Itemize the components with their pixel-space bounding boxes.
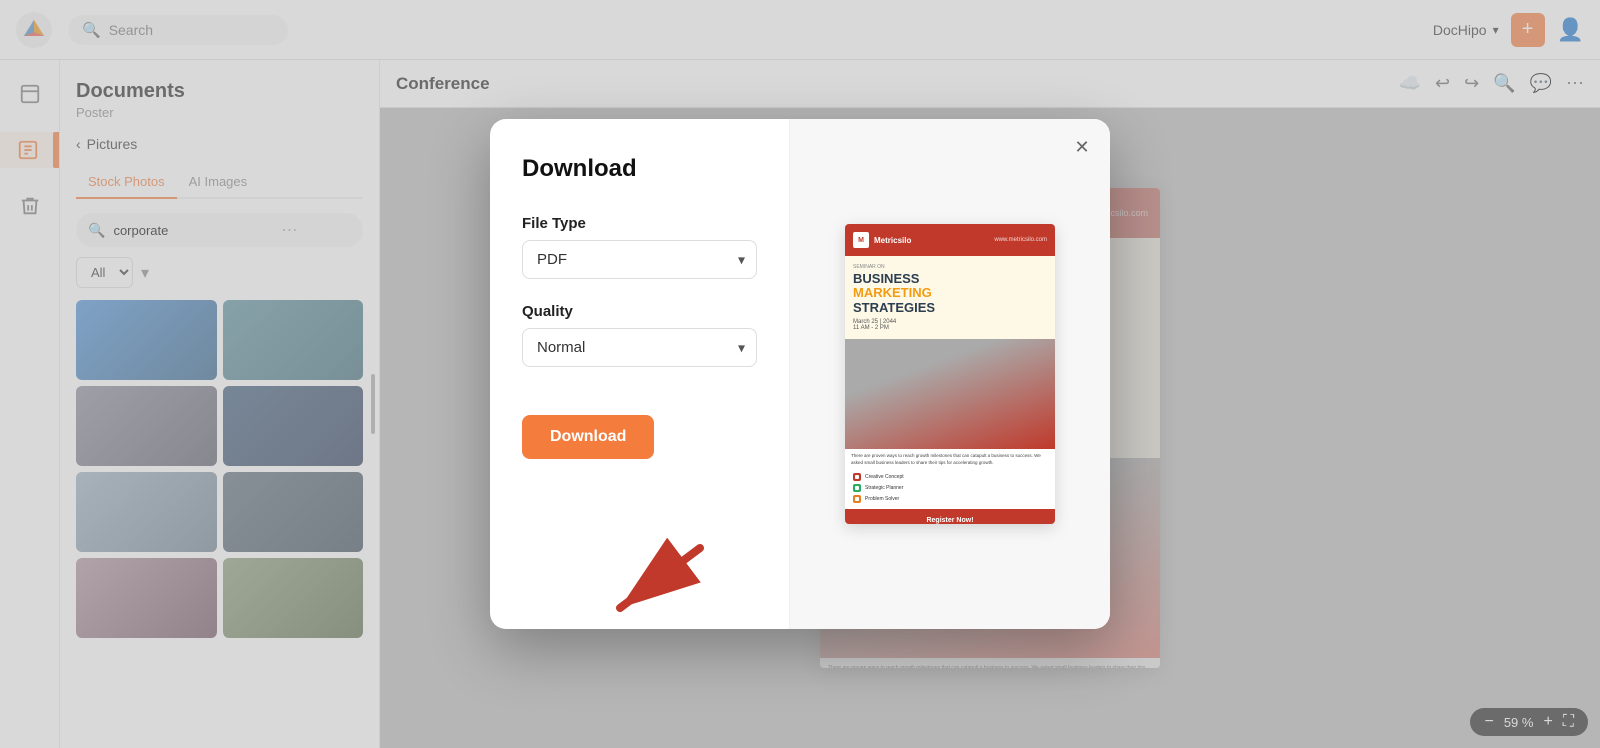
file-type-label: File Type [522, 215, 757, 232]
mp-url: www.metricsilo.com [994, 237, 1047, 243]
quality-wrapper: Normal High Low ▾ [522, 328, 757, 367]
quality-select[interactable]: Normal High Low [522, 328, 757, 367]
mp-items: Creative Concept Strategic Planner Probl… [845, 473, 1055, 509]
mp-date: March 25 | 2044 11 AM - 2 PM [853, 319, 1047, 331]
mp-image [845, 339, 1055, 449]
mp-info: There are proven ways to reach growth mi… [845, 449, 1055, 471]
close-button[interactable]: ✕ [1068, 133, 1096, 161]
mp-seminar: SEMINAR ON [853, 264, 1047, 270]
modal-title: Download [522, 155, 757, 183]
download-button[interactable]: Download [522, 415, 654, 459]
mp-title: BUSINESS MARKETING STRATEGIES [853, 272, 1047, 315]
mp-footer: Register Now! [845, 509, 1055, 524]
mp-logo: M [853, 232, 869, 248]
quality-label: Quality [522, 303, 757, 320]
file-type-select[interactable]: PDF PNG JPG [522, 240, 757, 279]
download-modal: Download File Type PDF PNG JPG ▾ Quality… [490, 119, 1110, 629]
file-type-wrapper: PDF PNG JPG ▾ [522, 240, 757, 279]
modal-right-panel: ✕ M Metricsilo www.metricsilo.com SEMINA… [790, 119, 1110, 629]
modal-left-panel: Download File Type PDF PNG JPG ▾ Quality… [490, 119, 790, 629]
modal-poster-preview: M Metricsilo www.metricsilo.com SEMINAR … [845, 224, 1055, 524]
mp-brand: Metricsilo [874, 236, 911, 245]
